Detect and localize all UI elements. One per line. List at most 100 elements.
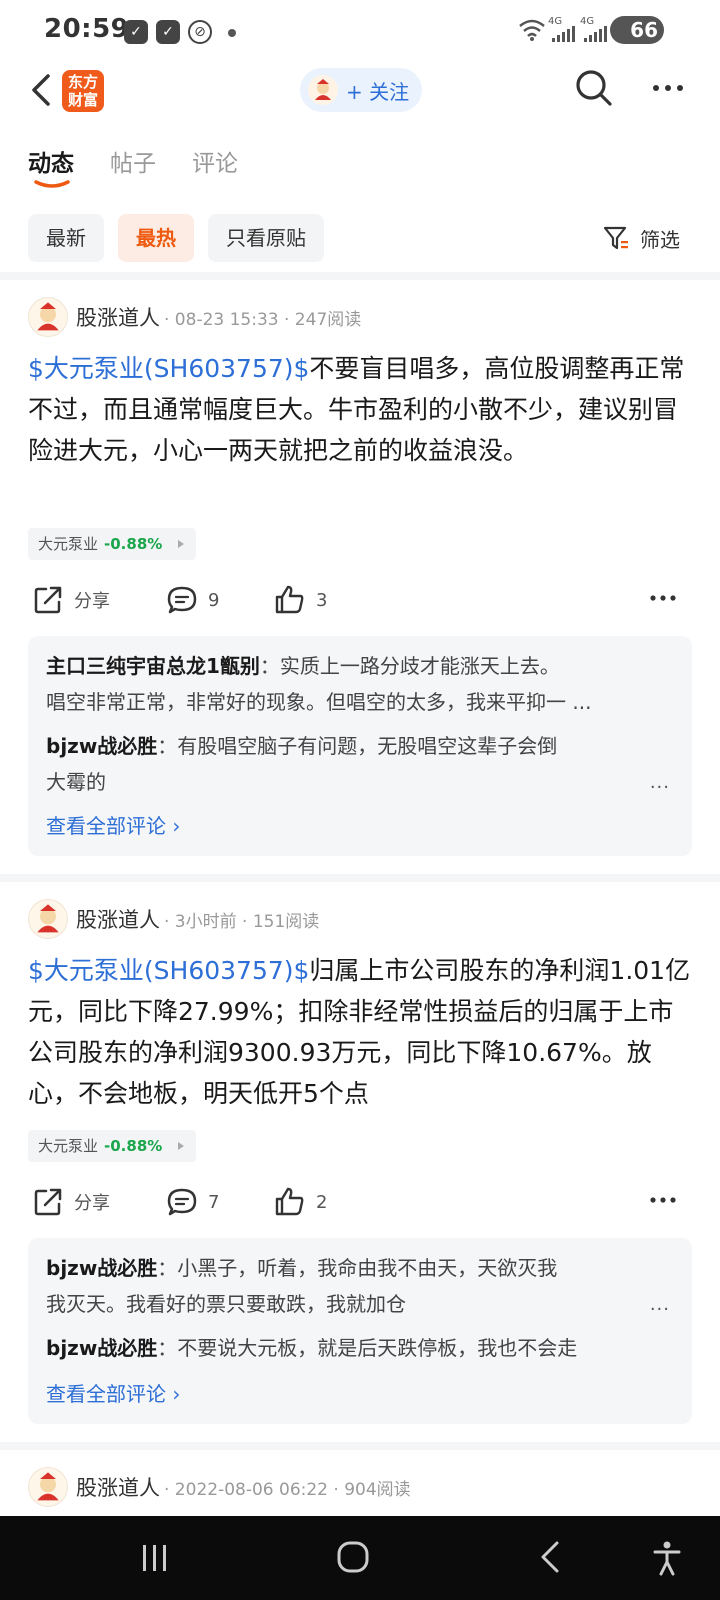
notification-icon: ✓	[124, 20, 148, 44]
comment-user[interactable]: bjzw战必胜	[46, 734, 157, 758]
tab-label: 评论	[192, 151, 238, 177]
signal-icon	[552, 26, 576, 46]
signal-icon	[584, 26, 608, 46]
comment-count: 7	[208, 1191, 220, 1213]
post-header: 股涨道人 · 3小时前 · 151阅读	[28, 898, 319, 940]
divider	[0, 272, 720, 280]
system-navigation-bar	[0, 1516, 720, 1600]
wifi-icon	[518, 18, 546, 46]
back-button[interactable]	[26, 70, 56, 110]
search-icon	[576, 70, 612, 106]
chip-hottest[interactable]: 最热	[118, 214, 194, 262]
chip-latest[interactable]: 最新	[28, 214, 104, 262]
nav-home-icon	[337, 1541, 369, 1573]
view-all-comments-link[interactable]: 查看全部评论 ›	[46, 810, 180, 839]
post-card[interactable]: 股涨道人 · 2022-08-06 06:22 · 904阅读	[0, 1466, 720, 1516]
sort-chips: 最新 最热 只看原贴	[28, 214, 324, 262]
tab-label: 帖子	[110, 151, 156, 177]
post-meta: · 08-23 15:33 · 247阅读	[164, 309, 362, 330]
tab-comments[interactable]: 评论	[192, 144, 238, 194]
author-name[interactable]: 股涨道人	[76, 302, 160, 332]
view-all-comments-link[interactable]: 查看全部评论 ›	[46, 1378, 180, 1407]
stock-change: -0.88%	[104, 535, 163, 553]
post-content[interactable]: $大元泵业(SH603757)$归属上市公司股东的净利润1.01亿元，同比下降2…	[28, 950, 692, 1114]
stock-tag-link[interactable]: $大元泵业(SH603757)$	[28, 354, 309, 383]
comment-item[interactable]: 主口三纯宇宙总龙1甑别：实质上一路分歧才能涨天上去。 唱空非常正常，非常好的现象…	[46, 648, 674, 720]
comment-icon	[167, 586, 197, 614]
battery-level: 66	[630, 18, 658, 42]
author-name[interactable]: 股涨道人	[76, 904, 160, 934]
comment-preview[interactable]: bjzw战必胜：小黑子，听着，我命由我不由天，天欲灭我 我灭天。我看好的票只要敢…	[28, 1238, 692, 1424]
author-avatar[interactable]	[28, 1467, 68, 1507]
comment-user[interactable]: bjzw战必胜	[46, 1256, 157, 1280]
search-button[interactable]	[574, 68, 614, 108]
share-button[interactable]: 分享	[32, 580, 110, 620]
more-icon	[653, 85, 683, 91]
author-avatar[interactable]	[28, 297, 68, 337]
comment-text: 大霉的	[46, 770, 106, 794]
nav-home-button[interactable]	[336, 1540, 370, 1578]
comment-sep: ：	[157, 734, 178, 758]
app-logo[interactable]: 东方 财富	[62, 70, 104, 112]
post-card[interactable]: 股涨道人 · 3小时前 · 151阅读 $大元泵业(SH603757)$归属上市…	[0, 898, 720, 1438]
comment-sep: ：	[259, 654, 280, 678]
nav-back-button[interactable]	[538, 1540, 562, 1578]
comment-text: 不要说大元板，就是后天跌停板，我也不会走	[177, 1336, 578, 1360]
author-name[interactable]: 股涨道人	[76, 1472, 160, 1502]
stock-quote-chip[interactable]: 大元泵业 -0.88%	[28, 1130, 197, 1162]
filter-button[interactable]: 筛选	[602, 220, 680, 256]
comment-item[interactable]: bjzw战必胜：不要说大元板，就是后天跌停板，我也不会走	[46, 1330, 674, 1366]
more-button[interactable]	[650, 76, 690, 100]
comment-expand-ellipsis[interactable]: ...	[650, 772, 670, 793]
avatar-figure-icon	[37, 302, 59, 331]
share-label: 分享	[74, 1193, 110, 1214]
status-bar: 20:59 ✓ ✓ ⊘ 4G 4G 66	[0, 0, 720, 62]
stock-tag-link[interactable]: $大元泵业(SH603757)$	[28, 956, 309, 985]
post-more-button[interactable]	[648, 1190, 678, 1210]
top-bar: 东方 财富 + 关注	[0, 62, 720, 118]
tab-posts[interactable]: 帖子	[110, 144, 156, 194]
follow-button[interactable]: + 关注	[300, 68, 422, 112]
like-icon	[275, 585, 304, 614]
share-icon	[34, 586, 62, 614]
post-actions: 分享 9 3	[32, 580, 692, 620]
author-avatar[interactable]	[28, 899, 68, 939]
post-card[interactable]: 股涨道人 · 08-23 15:33 · 247阅读 $大元泵业(SH60375…	[0, 296, 720, 872]
accessibility-button[interactable]	[652, 1540, 682, 1580]
nav-recents-button[interactable]	[140, 1542, 170, 1578]
post-more-button[interactable]	[648, 588, 678, 608]
battery-indicator: 66	[610, 16, 664, 44]
block-icon: ⊘	[188, 20, 212, 44]
avatar-figure-icon	[37, 1472, 59, 1501]
comment-item[interactable]: bjzw战必胜：有股唱空脑子有问题，无股唱空这辈子会倒 大霉的	[46, 728, 674, 800]
post-content[interactable]: $大元泵业(SH603757)$不要盲目唱多，高位股调整再正常不过，而且通常幅度…	[28, 348, 692, 471]
comment-user[interactable]: 主口三纯宇宙总龙1甑别	[46, 654, 260, 678]
divider	[0, 874, 720, 882]
post-meta: · 3小时前 · 151阅读	[164, 911, 320, 932]
tab-label: 动态	[28, 151, 74, 177]
comment-item[interactable]: bjzw战必胜：小黑子，听着，我命由我不由天，天欲灭我 我灭天。我看好的票只要敢…	[46, 1250, 674, 1322]
comment-button[interactable]: 9	[166, 580, 219, 620]
tab-dynamic[interactable]: 动态	[28, 144, 74, 194]
like-button[interactable]: 3	[274, 580, 327, 620]
avatar-figure-icon	[37, 904, 59, 933]
comment-user[interactable]: bjzw战必胜	[46, 1336, 157, 1360]
more-notifications-icon	[228, 29, 236, 37]
filter-label: 筛选	[640, 227, 680, 252]
share-button[interactable]: 分享	[32, 1182, 110, 1222]
filter-icon	[603, 226, 628, 250]
comment-count: 9	[208, 589, 220, 611]
chip-original-only[interactable]: 只看原贴	[208, 214, 324, 262]
stock-quote-chip[interactable]: 大元泵业 -0.88%	[28, 528, 197, 560]
more-icon	[650, 1197, 676, 1203]
like-count: 2	[316, 1191, 328, 1213]
comment-preview[interactable]: 主口三纯宇宙总龙1甑别：实质上一路分歧才能涨天上去。 唱空非常正常，非常好的现象…	[28, 636, 692, 856]
comment-text: 我灭天。我看好的票只要敢跌，我就加仓	[46, 1292, 406, 1316]
comment-button[interactable]: 7	[166, 1182, 219, 1222]
post-actions: 分享 7 2	[32, 1182, 692, 1222]
comment-text: 实质上一路分歧才能涨天上去。	[279, 654, 560, 678]
comment-text: 唱空非常正常，非常好的现象。但唱空的太多，我来平抑一 ...	[46, 690, 592, 714]
comment-expand-ellipsis[interactable]: ...	[650, 1294, 670, 1315]
follow-label: + 关注	[346, 79, 410, 104]
like-button[interactable]: 2	[274, 1182, 327, 1222]
